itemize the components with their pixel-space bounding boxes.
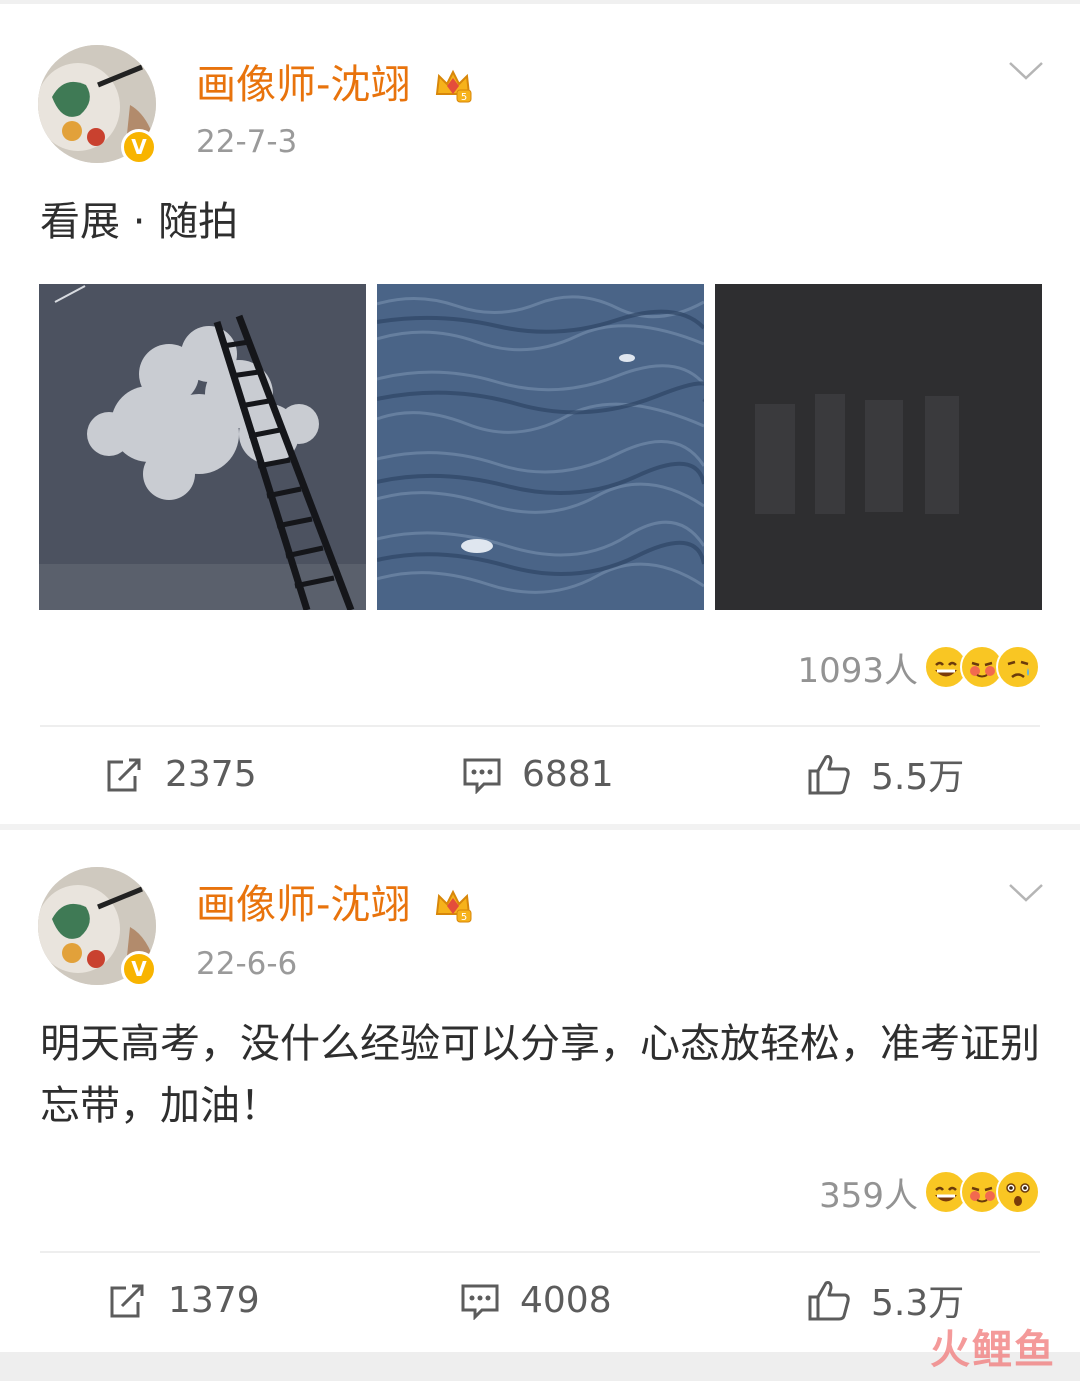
repost-count: 1379 [168, 1279, 260, 1321]
bottom-bar [0, 1352, 1080, 1381]
verified-badge-icon: V [121, 129, 157, 165]
post-date: 22-7-3 [196, 124, 298, 160]
repost-icon [107, 758, 141, 792]
photo-thumbnail[interactable] [39, 284, 366, 610]
divider [40, 725, 1040, 727]
like-count: 5.5万 [871, 757, 965, 798]
verified-badge-icon: V [121, 951, 157, 987]
chevron-down-icon[interactable] [1008, 60, 1044, 82]
like-button[interactable]: 5.5万 [807, 734, 964, 814]
post-text: 看展 · 随拍 [40, 199, 239, 245]
svg-text:5: 5 [461, 92, 467, 103]
comment-count: 6881 [522, 753, 614, 795]
username-link[interactable]: 画像师-沈翊 [196, 880, 410, 930]
reaction-count: 1093人 [797, 650, 918, 691]
vip-crown-icon: 5 [435, 69, 472, 103]
comment-button[interactable]: 6881 [462, 734, 614, 814]
repost-button[interactable]: 2375 [105, 734, 257, 814]
repost-icon [110, 1284, 144, 1318]
post-card[interactable]: V 画像师-沈翊 5 22-7-3 看展 · 随拍 1093人 2375 688… [0, 4, 1080, 824]
action-bar: 2375 6881 5.5万 [0, 734, 1080, 814]
watermark-logo: 火鲤鱼 [930, 1327, 1056, 1373]
sad-emoji-icon [996, 645, 1040, 689]
post-card[interactable]: V 画像师-沈翊 5 22-6-6 明天高考，没什么经验可以分享，心态放轻松，准… [0, 830, 1080, 1352]
reaction-summary[interactable]: 359人 [819, 1167, 1040, 1217]
photo-thumbnail[interactable] [377, 284, 704, 610]
action-bar: 1379 4008 5.3万 [0, 1260, 1080, 1340]
comment-icon [463, 758, 501, 794]
thumbs-up-icon [808, 755, 850, 795]
username-link[interactable]: 画像师-沈翊 [196, 60, 410, 110]
repost-button[interactable]: 1379 [108, 1260, 260, 1340]
vip-crown-icon: 5 [435, 889, 472, 923]
comment-icon [461, 1284, 499, 1320]
photo-thumbnail[interactable] [715, 284, 1042, 610]
post-date: 22-6-6 [196, 946, 298, 982]
reaction-summary[interactable]: 1093人 [797, 642, 1040, 692]
repost-count: 2375 [165, 753, 257, 795]
thumbs-up-icon [808, 1281, 850, 1321]
divider [40, 1251, 1040, 1253]
comment-count: 4008 [520, 1279, 612, 1321]
comment-button[interactable]: 4008 [460, 1260, 612, 1340]
svg-text:5: 5 [461, 912, 467, 923]
reaction-count: 359人 [819, 1175, 918, 1216]
surprised-emoji-icon [996, 1170, 1040, 1214]
post-text: 明天高考，没什么经验可以分享，心态放轻松，准考证别忘带，加油！ [40, 1021, 1040, 1129]
chevron-down-icon[interactable] [1008, 882, 1044, 904]
